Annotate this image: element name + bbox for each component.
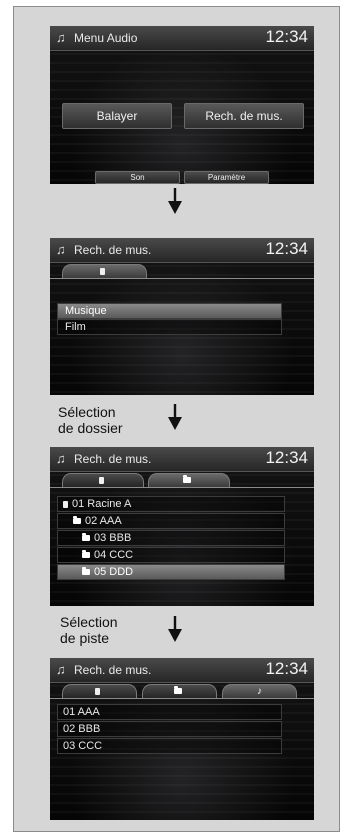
track-item-03[interactable]: 03 CCC xyxy=(57,738,282,754)
title-bar: ♫ Rech. de mus. 12:34 xyxy=(50,658,314,683)
folder-label: 03 BBB xyxy=(94,532,132,544)
music-note-icon: ♫ xyxy=(56,662,66,677)
folder-label: 05 DDD xyxy=(94,566,134,578)
track-select-screen: ♫ Rech. de mus. 12:34 ♪ 01 AAA 02 BBB 03… xyxy=(50,658,314,820)
balayer-button-label: Balayer xyxy=(96,109,138,123)
tab-divider xyxy=(50,698,314,699)
media-search-screen: ♫ Rech. de mus. 12:34 Musique Film xyxy=(50,238,314,395)
caption-line: Sélection xyxy=(58,404,116,420)
tab-device[interactable] xyxy=(62,473,144,487)
tab-tracks[interactable]: ♪ xyxy=(222,684,297,698)
music-note-icon: ♫ xyxy=(56,451,66,466)
music-note-icon: ♪ xyxy=(257,686,262,697)
folder-item-03[interactable]: 03 BBB xyxy=(57,530,285,546)
title-bar: ♫ Rech. de mus. 12:34 xyxy=(50,238,314,263)
title-bar: ♫ Menu Audio 12:34 xyxy=(50,26,314,51)
folder-icon xyxy=(82,550,90,558)
caption-line: Sélection xyxy=(60,614,118,630)
parametre-button-label: Paramètre xyxy=(207,173,246,182)
track-label: 01 AAA xyxy=(63,706,100,718)
folder-item-04[interactable]: 04 CCC xyxy=(57,547,285,563)
track-label: 03 CCC xyxy=(63,740,103,752)
son-button[interactable]: Son xyxy=(95,171,180,184)
screen-title: Menu Audio xyxy=(74,31,138,45)
clock: 12:34 xyxy=(265,659,308,678)
caption-line: de piste xyxy=(60,630,110,646)
clock: 12:34 xyxy=(265,27,308,46)
usb-device-icon xyxy=(63,501,68,508)
rech-de-mus-button-label: Rech. de mus. xyxy=(205,109,283,123)
folder-select-screen: ♫ Rech. de mus. 12:34 01 Racine A 02 AAA… xyxy=(50,447,314,606)
tab-device[interactable] xyxy=(62,684,137,698)
tab-device[interactable] xyxy=(62,264,147,278)
tab-divider xyxy=(50,278,314,279)
folder-label: 04 CCC xyxy=(94,549,134,561)
parametre-button[interactable]: Paramètre xyxy=(184,171,269,184)
down-arrow-icon xyxy=(168,404,182,430)
folder-item-01[interactable]: 01 Racine A xyxy=(57,496,285,512)
clock: 12:34 xyxy=(265,239,308,258)
tab-divider xyxy=(50,487,314,488)
son-button-label: Son xyxy=(130,173,145,182)
tab-folder[interactable] xyxy=(142,684,217,698)
usb-device-icon xyxy=(95,688,100,695)
usb-device-icon xyxy=(100,268,105,275)
folder-item-02[interactable]: 02 AAA xyxy=(57,513,285,529)
folder-icon xyxy=(73,516,81,524)
list-item-musique[interactable]: Musique xyxy=(57,303,282,319)
folder-label: 01 Racine A xyxy=(72,498,132,510)
folder-label: 02 AAA xyxy=(85,515,122,527)
folder-icon xyxy=(183,475,191,483)
folder-icon xyxy=(82,533,90,541)
balayer-button[interactable]: Balayer xyxy=(62,103,172,129)
music-note-icon: ♫ xyxy=(56,242,66,257)
clock: 12:34 xyxy=(265,448,308,467)
screen-title: Rech. de mus. xyxy=(74,663,152,677)
screen-title: Rech. de mus. xyxy=(74,243,152,257)
screen-title: Rech. de mus. xyxy=(74,452,152,466)
rech-de-mus-button[interactable]: Rech. de mus. xyxy=(184,103,304,129)
down-arrow-icon xyxy=(168,188,182,214)
track-label: 02 BBB xyxy=(63,723,101,735)
music-note-icon: ♫ xyxy=(56,30,66,45)
tab-folder[interactable] xyxy=(148,473,230,487)
list-item-label: Musique xyxy=(65,305,107,317)
folder-icon xyxy=(173,686,182,694)
caption-line: de dossier xyxy=(58,420,123,436)
folder-item-05[interactable]: 05 DDD xyxy=(57,564,285,580)
step-caption-folder: Sélection de dossier xyxy=(58,404,123,436)
usb-device-icon xyxy=(98,477,104,484)
folder-icon xyxy=(82,567,90,575)
list-item-film[interactable]: Film xyxy=(57,319,282,335)
track-item-01[interactable]: 01 AAA xyxy=(57,704,282,720)
title-bar: ♫ Rech. de mus. 12:34 xyxy=(50,447,314,472)
track-item-02[interactable]: 02 BBB xyxy=(57,721,282,737)
menu-audio-screen: ♫ Menu Audio 12:34 Balayer Rech. de mus.… xyxy=(50,26,314,184)
down-arrow-icon xyxy=(168,616,182,642)
list-item-label: Film xyxy=(65,321,86,333)
step-caption-track: Sélection de piste xyxy=(60,614,118,646)
